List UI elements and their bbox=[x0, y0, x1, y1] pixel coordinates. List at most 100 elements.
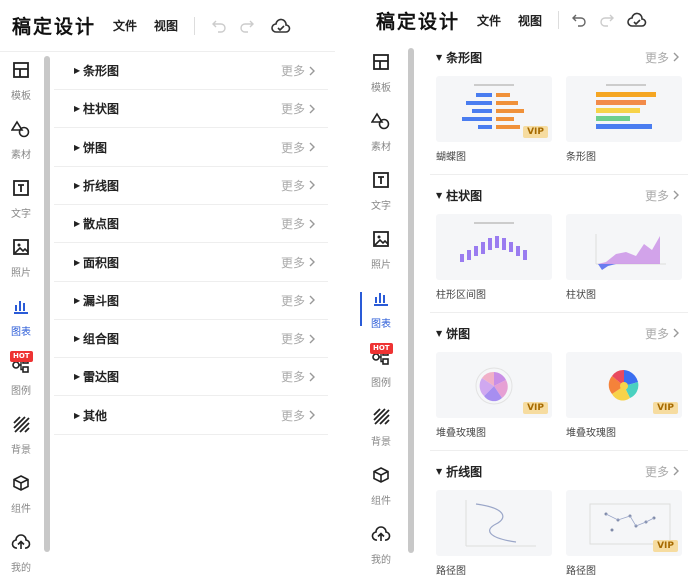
text-icon bbox=[372, 171, 390, 193]
nav-item-upload[interactable]: 我的 bbox=[360, 516, 402, 575]
section-header[interactable]: ▼ 柱状图 更多 bbox=[436, 182, 688, 208]
more-link[interactable]: 更多 bbox=[281, 368, 316, 385]
nav-item-chart[interactable]: 图表 bbox=[360, 280, 402, 339]
vip-badge: VIP bbox=[523, 126, 548, 138]
chart-template-card[interactable]: VIP 堆叠玫瑰图 bbox=[566, 352, 682, 439]
category-row[interactable]: ▶ 柱状图 更多 bbox=[54, 90, 328, 129]
section-header[interactable]: ▼ 折线图 更多 bbox=[436, 458, 688, 484]
caret-right-icon: ▶ bbox=[74, 219, 81, 229]
vip-badge: VIP bbox=[653, 540, 678, 552]
nav-item-legend[interactable]: HOT 图例 bbox=[0, 347, 42, 406]
category-row[interactable]: ▶ 组合图 更多 bbox=[54, 320, 328, 359]
chevron-right-icon bbox=[309, 372, 315, 382]
category-row[interactable]: ▶ 条形图 更多 bbox=[54, 52, 328, 90]
category-name: 折线图 bbox=[83, 178, 120, 193]
more-link[interactable]: 更多 bbox=[281, 62, 316, 79]
more-link[interactable]: 更多 bbox=[645, 187, 680, 204]
more-link[interactable]: 更多 bbox=[281, 215, 316, 232]
category-row[interactable]: ▶ 散点图 更多 bbox=[54, 205, 328, 244]
cloud-save-icon[interactable] bbox=[271, 16, 291, 36]
nav-label: 图表 bbox=[371, 319, 391, 330]
category-row[interactable]: ▶ 面积图 更多 bbox=[54, 244, 328, 282]
category-name: 条形图 bbox=[83, 64, 120, 78]
nav-item-text[interactable]: 文字 bbox=[0, 170, 42, 229]
card-title: 柱形区间图 bbox=[436, 290, 486, 301]
section-title: 折线图 bbox=[446, 464, 483, 479]
redo-icon[interactable] bbox=[237, 16, 257, 36]
category-row[interactable]: ▶ 饼图 更多 bbox=[54, 129, 328, 167]
nav-item-text[interactable]: 文字 bbox=[360, 162, 402, 221]
more-link[interactable]: 更多 bbox=[645, 49, 680, 66]
nav-item-template[interactable]: 模板 bbox=[360, 44, 402, 103]
undo-icon[interactable] bbox=[209, 16, 229, 36]
redo-icon[interactable] bbox=[597, 10, 617, 30]
shapes-icon bbox=[370, 112, 391, 134]
nav-item-component[interactable]: 组件 bbox=[0, 465, 42, 524]
nav-item-upload[interactable]: 我的 bbox=[0, 524, 42, 583]
more-label: 更多 bbox=[280, 408, 305, 423]
more-label: 更多 bbox=[644, 50, 669, 65]
chart-template-card[interactable]: 柱状图 bbox=[566, 214, 682, 301]
caret-right-icon: ▶ bbox=[74, 142, 81, 152]
chart-template-card[interactable]: VIP 路径图 bbox=[566, 490, 682, 577]
nav-item-shapes[interactable]: 素材 bbox=[360, 103, 402, 162]
chart-template-card[interactable]: 路径图 bbox=[436, 490, 552, 577]
more-link[interactable]: 更多 bbox=[645, 325, 680, 342]
caret-right-icon: ▶ bbox=[74, 180, 81, 190]
nav-label: 照片 bbox=[11, 268, 31, 279]
nav-item-component[interactable]: 组件 bbox=[360, 457, 402, 516]
chart-thumbnail bbox=[436, 214, 552, 280]
chevron-right-icon bbox=[309, 180, 315, 190]
category-row[interactable]: ▶ 其他 更多 bbox=[54, 397, 328, 435]
menu-file[interactable]: 文件 bbox=[113, 17, 137, 34]
chart-template-card[interactable]: VIP 蝴蝶图 bbox=[436, 76, 552, 163]
shapes-icon bbox=[10, 120, 31, 142]
nav-label: 图例 bbox=[11, 386, 31, 397]
toolbar-divider bbox=[194, 16, 196, 35]
more-link[interactable]: 更多 bbox=[645, 463, 680, 480]
scrollbar[interactable] bbox=[408, 48, 414, 553]
nav-item-background[interactable]: 背景 bbox=[360, 398, 402, 457]
card-title: 蝴蝶图 bbox=[436, 152, 466, 163]
section-header[interactable]: ▼ 条形图 更多 bbox=[436, 44, 688, 70]
menu-view[interactable]: 视图 bbox=[518, 12, 542, 29]
more-link[interactable]: 更多 bbox=[281, 139, 316, 156]
section-header[interactable]: ▼ 饼图 更多 bbox=[436, 320, 688, 346]
nav-item-photo[interactable]: 照片 bbox=[0, 229, 42, 288]
component-icon bbox=[12, 474, 30, 496]
section-divider bbox=[430, 312, 688, 313]
undo-icon[interactable] bbox=[569, 10, 589, 30]
chart-template-card[interactable]: VIP 堆叠玫瑰图 bbox=[436, 352, 552, 439]
cloud-save-icon[interactable] bbox=[627, 10, 647, 30]
category-row[interactable]: ▶ 漏斗图 更多 bbox=[54, 282, 328, 320]
chevron-right-icon bbox=[309, 334, 315, 344]
more-link[interactable]: 更多 bbox=[281, 177, 316, 194]
chart-thumbnail: VIP bbox=[566, 490, 682, 556]
more-label: 更多 bbox=[280, 217, 305, 232]
caret-right-icon: ▶ bbox=[74, 257, 81, 267]
card-title: 路径图 bbox=[436, 566, 466, 577]
nav-item-chart[interactable]: 图表 bbox=[0, 288, 42, 347]
more-link[interactable]: 更多 bbox=[281, 254, 316, 271]
more-link[interactable]: 更多 bbox=[281, 292, 316, 309]
more-link[interactable]: 更多 bbox=[281, 100, 316, 117]
category-row[interactable]: ▶ 雷达图 更多 bbox=[54, 358, 328, 397]
nav-item-template[interactable]: 模板 bbox=[0, 52, 42, 111]
nav-item-background[interactable]: 背景 bbox=[0, 406, 42, 465]
chart-template-card[interactable]: 条形图 bbox=[566, 76, 682, 163]
more-link[interactable]: 更多 bbox=[281, 407, 316, 424]
chart-thumbnail bbox=[436, 490, 552, 556]
chevron-right-icon bbox=[309, 257, 315, 267]
nav-item-shapes[interactable]: 素材 bbox=[0, 111, 42, 170]
top-bar: 稿定设计 文件 视图 bbox=[360, 0, 688, 40]
menu-file[interactable]: 文件 bbox=[477, 12, 501, 29]
nav-item-photo[interactable]: 照片 bbox=[360, 221, 402, 280]
nav-item-legend[interactable]: HOT 图例 bbox=[360, 339, 402, 398]
chart-template-card[interactable]: 柱形区间图 bbox=[436, 214, 552, 301]
scrollbar[interactable] bbox=[44, 56, 50, 552]
nav-label: 背景 bbox=[371, 437, 391, 448]
category-row[interactable]: ▶ 折线图 更多 bbox=[54, 167, 328, 205]
side-nav: 模板 素材 文字 照片图表 HOT 图例背景组件 我的 bbox=[360, 44, 402, 575]
more-link[interactable]: 更多 bbox=[281, 330, 316, 347]
menu-view[interactable]: 视图 bbox=[154, 17, 178, 34]
